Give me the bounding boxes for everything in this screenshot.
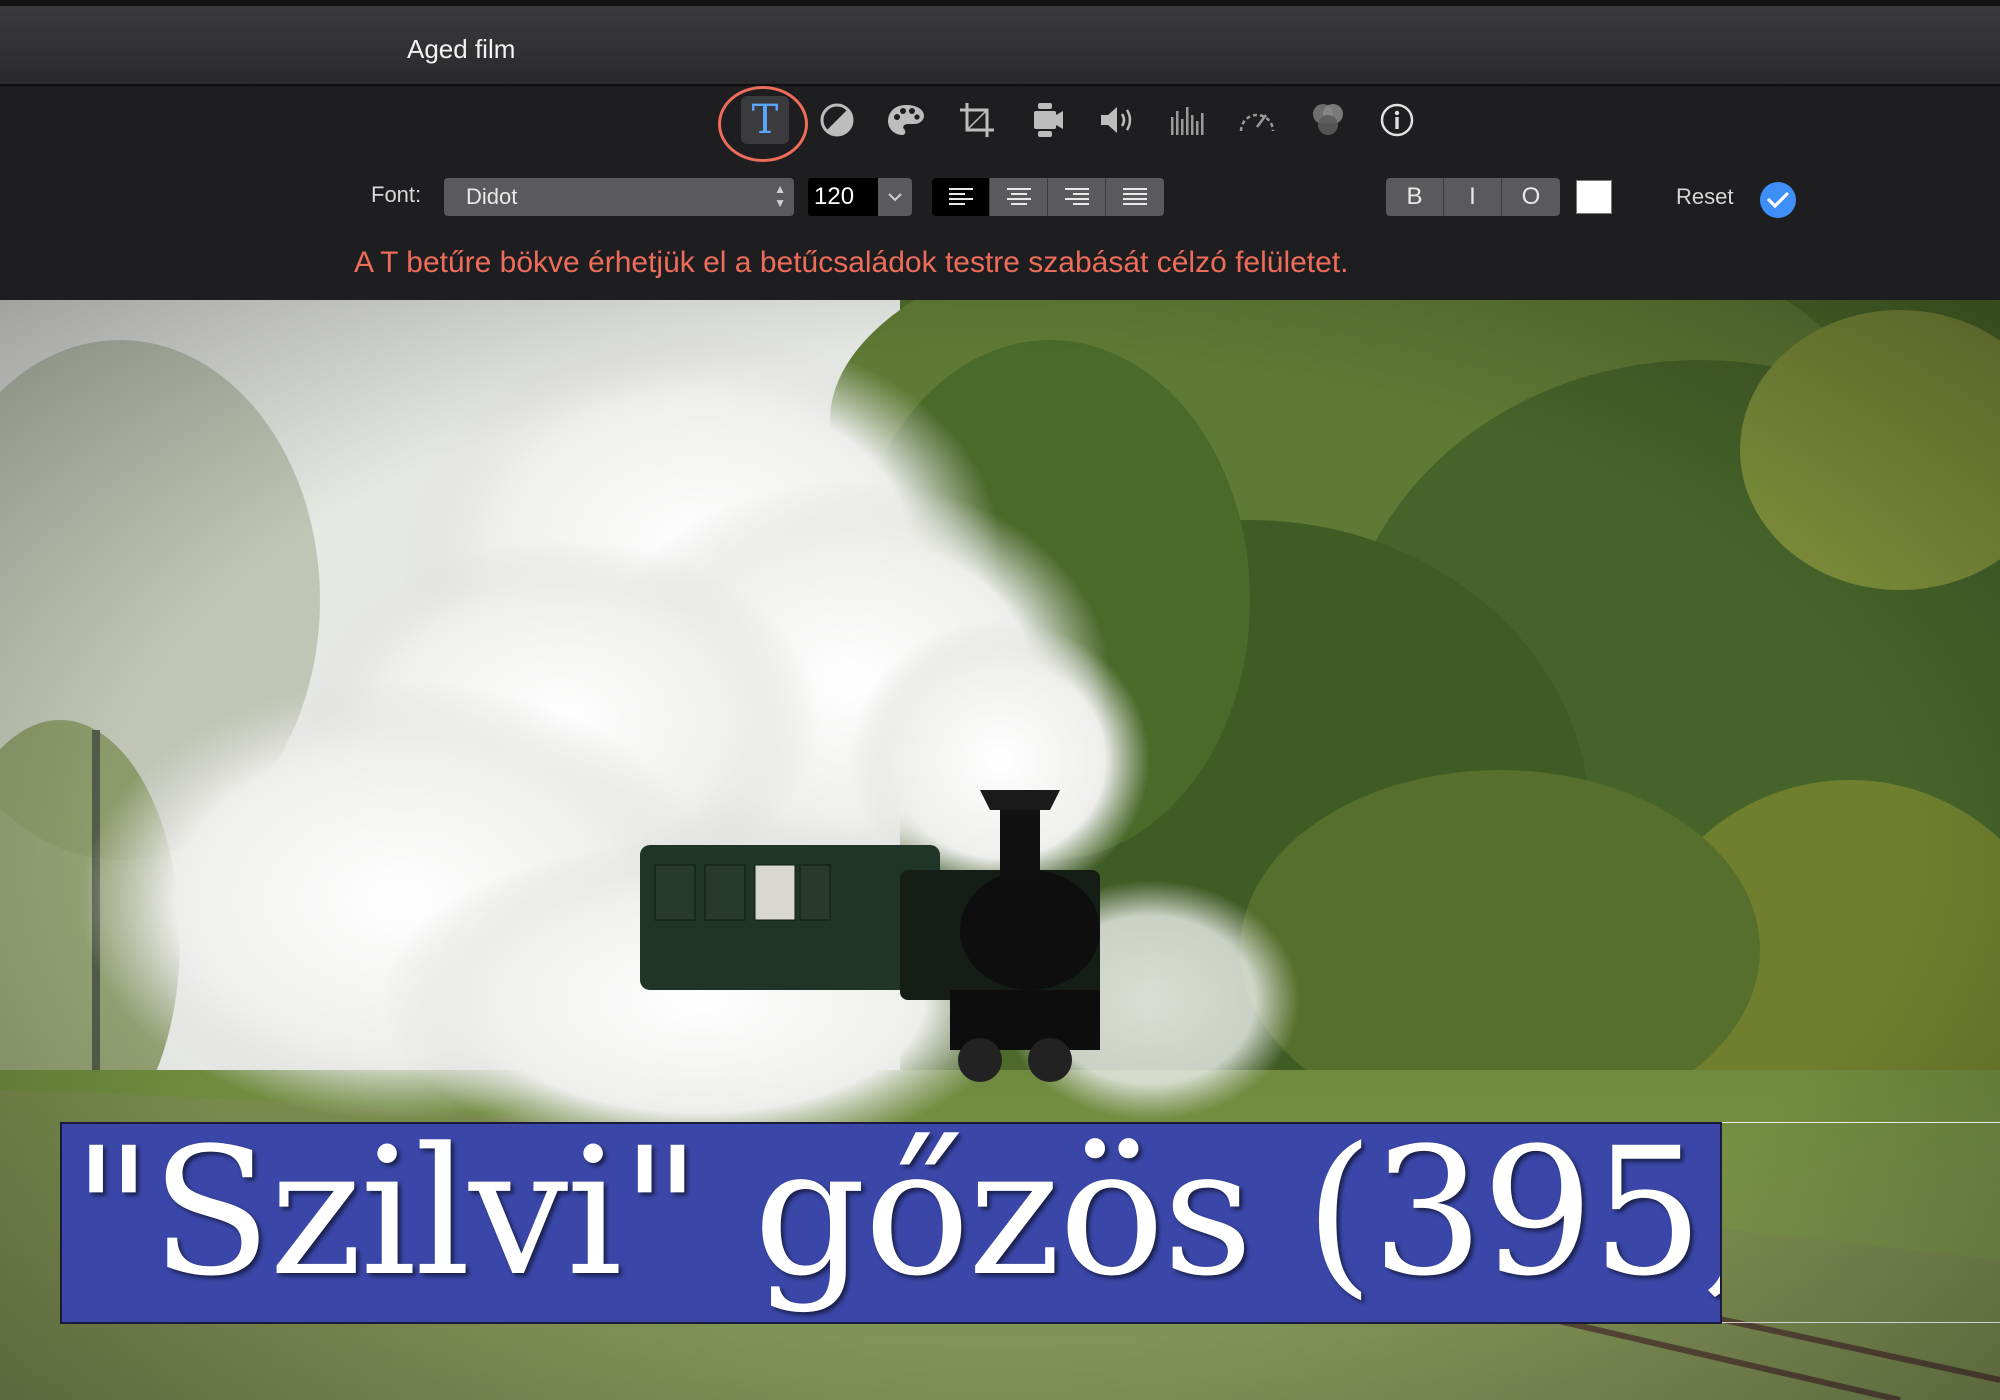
title-caption[interactable]: "Szilvi" gőzös (395,057)	[72, 1124, 1720, 1314]
info-icon	[1380, 103, 1414, 137]
window-title: Aged film	[407, 34, 516, 64]
align-center-button[interactable]	[990, 178, 1048, 216]
crop-button[interactable]	[953, 96, 1001, 144]
text-style-group: B I O	[1386, 178, 1560, 216]
adjustment-toolbar: T	[0, 86, 2000, 162]
align-center-icon	[1006, 188, 1031, 205]
title-text-overlay[interactable]: "Szilvi" gőzös (395,057)	[60, 1122, 1722, 1324]
alignment-group	[932, 178, 1164, 216]
color-balance-button[interactable]	[813, 96, 861, 144]
reset-button[interactable]: Reset	[1676, 184, 1733, 210]
filter-circles-icon	[1313, 104, 1343, 135]
palette-icon	[888, 105, 924, 135]
speed-button[interactable]	[1233, 96, 1281, 144]
volume-button[interactable]	[1094, 96, 1142, 144]
crop-icon	[960, 103, 994, 137]
title-tool-button[interactable]: T	[741, 96, 789, 144]
checkmark-icon	[1767, 192, 1789, 209]
font-family-select[interactable]: Didot ▲ ▼	[444, 178, 794, 216]
annotation-note: A T betűre bökve érhetjük el a betűcsalá…	[354, 246, 1349, 279]
select-arrows-icon: ▲ ▼	[774, 182, 786, 210]
align-justify-button[interactable]	[1106, 178, 1164, 216]
speaker-icon	[1101, 107, 1132, 133]
stabilization-button[interactable]	[1024, 96, 1072, 144]
font-size-dropdown[interactable]	[878, 178, 912, 216]
font-family-value: Didot	[466, 184, 518, 209]
speedometer-icon	[1239, 113, 1275, 132]
noise-reduction-button[interactable]	[1164, 96, 1212, 144]
info-button[interactable]	[1373, 96, 1421, 144]
bold-button[interactable]: B	[1386, 178, 1444, 216]
title-bounds-bottom	[1722, 1322, 2000, 1323]
text-color-swatch[interactable]	[1576, 180, 1612, 214]
inspector-panel: T Font: Didot ▲ ▼ 120 B I O Reset A T be…	[0, 86, 2000, 300]
outline-button[interactable]: O	[1502, 178, 1560, 216]
apply-button[interactable]	[1760, 182, 1796, 218]
font-label: Font:	[371, 182, 422, 207]
align-justify-icon	[1123, 188, 1147, 205]
color-balance-icon	[820, 103, 854, 137]
chevron-down-icon	[888, 193, 902, 202]
clip-filter-button[interactable]	[1304, 96, 1352, 144]
window-titlebar: Aged film	[0, 0, 2000, 86]
font-size-input[interactable]: 120	[808, 178, 878, 216]
align-left-button[interactable]	[932, 178, 990, 216]
italic-button[interactable]: I	[1444, 178, 1502, 216]
text-T-icon: T	[751, 97, 779, 143]
align-left-icon	[948, 188, 973, 205]
align-right-icon	[1064, 188, 1089, 205]
align-right-button[interactable]	[1048, 178, 1106, 216]
video-viewer[interactable]: "Szilvi" gőzös (395,057)	[0, 300, 2000, 1400]
equalizer-icon	[1171, 107, 1204, 135]
camera-icon	[1034, 103, 1063, 137]
title-bounds-top	[1722, 1122, 2000, 1123]
color-correction-button[interactable]	[882, 96, 930, 144]
